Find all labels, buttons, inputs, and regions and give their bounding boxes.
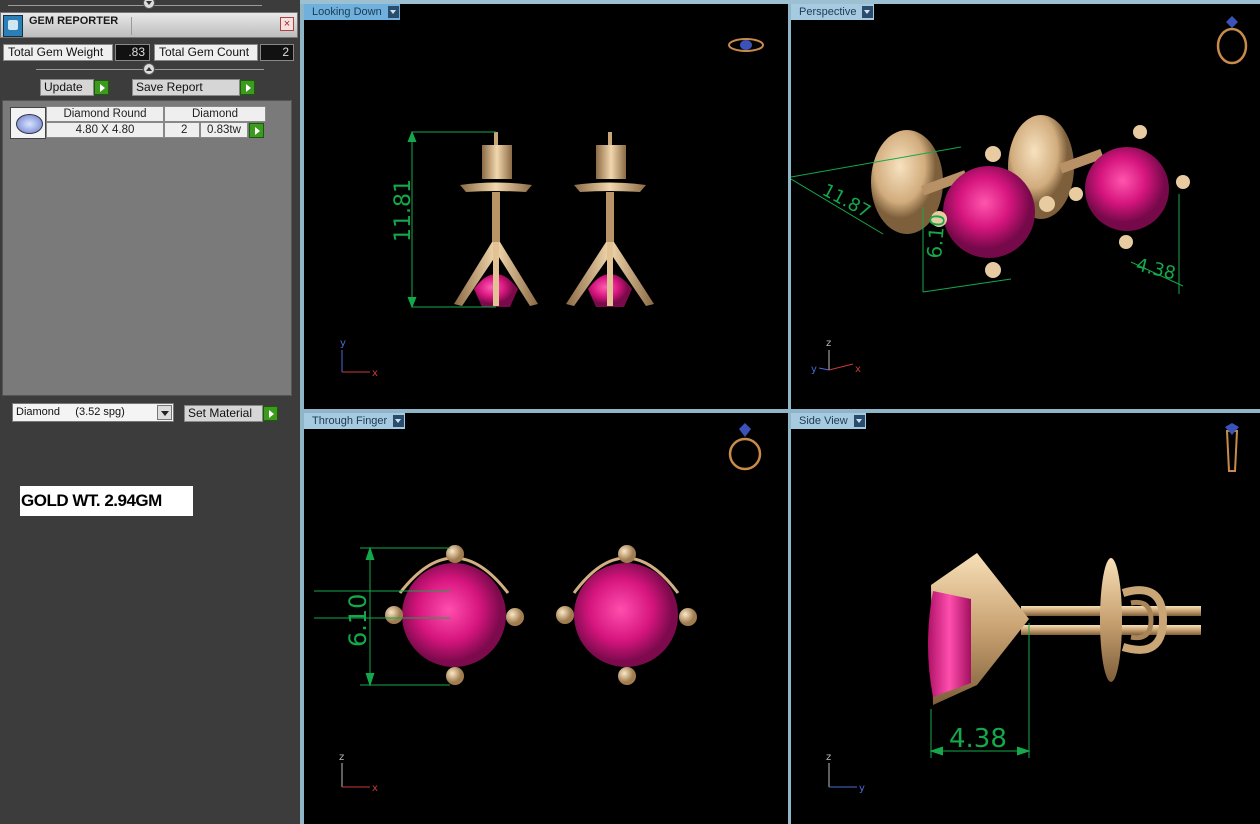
collapse-handle[interactable] bbox=[143, 0, 155, 9]
dimension-depth-label: 4.38 bbox=[949, 724, 1007, 754]
viewport-side-view[interactable]: 4.38 z y Side View bbox=[791, 413, 1260, 824]
diamond-round-thumbnail-icon bbox=[10, 107, 46, 139]
material-selected-value: Diamond (3.52 spg) bbox=[16, 406, 125, 418]
close-button[interactable]: × bbox=[280, 17, 294, 31]
gold-weight-note: GOLD WT. 2.94GM bbox=[20, 486, 193, 516]
panel-title: GEM REPORTER bbox=[29, 15, 119, 27]
dimension-c-label: 4.38 bbox=[1134, 254, 1178, 284]
chevron-down-icon[interactable] bbox=[862, 6, 874, 18]
viewport-label-looking-down[interactable]: Looking Down bbox=[304, 4, 400, 20]
earring-front-right bbox=[566, 132, 654, 307]
viewport-label-side-view[interactable]: Side View bbox=[791, 413, 866, 429]
viewport-area: 11.81 y x Looking Down 11.87 6.10 4.38 z… bbox=[300, 0, 1260, 824]
earring-through-left bbox=[385, 545, 524, 685]
gem-shape: Diamond Round bbox=[46, 106, 164, 122]
chevron-down-icon[interactable] bbox=[393, 415, 405, 427]
save-report-go-icon[interactable] bbox=[240, 80, 255, 95]
gem-reporter-app: GEM REPORTER × Total Gem Weight .83 Tota… bbox=[0, 0, 1260, 824]
total-gem-weight-value: .83 bbox=[115, 44, 150, 61]
splitter-handle[interactable] bbox=[143, 63, 155, 75]
chevron-down-icon[interactable] bbox=[387, 6, 399, 18]
dimension-height-label: 11.81 bbox=[391, 179, 416, 242]
svg-text:x: x bbox=[372, 368, 378, 379]
material-select[interactable]: Diamond (3.52 spg) bbox=[12, 403, 174, 422]
chevron-down-icon[interactable] bbox=[853, 415, 865, 427]
ring-front-icon bbox=[728, 423, 762, 471]
dimension-diameter-label: 6.10 bbox=[344, 594, 372, 647]
update-go-icon[interactable] bbox=[94, 80, 109, 95]
title-divider bbox=[131, 17, 277, 35]
gem-weight: 0.83tw bbox=[200, 122, 248, 138]
dimension-b-label: 6.10 bbox=[922, 213, 950, 259]
svg-text:x: x bbox=[372, 783, 378, 794]
viewport-perspective[interactable]: 11.87 6.10 4.38 z x y Perspective bbox=[791, 4, 1260, 409]
svg-text:z: z bbox=[826, 338, 831, 349]
total-gem-count-label: Total Gem Count bbox=[154, 44, 258, 61]
viewport-looking-down[interactable]: 11.81 y x Looking Down bbox=[304, 4, 788, 409]
gem-material: Diamond bbox=[164, 106, 266, 122]
axis-gizmo: z x bbox=[339, 752, 378, 794]
gem-size: 4.80 X 4.80 bbox=[46, 122, 164, 138]
splitter-line bbox=[8, 5, 262, 6]
set-material-button[interactable]: Set Material bbox=[184, 405, 263, 422]
total-gem-weight-label: Total Gem Weight bbox=[3, 44, 113, 61]
ring-side-icon bbox=[1225, 423, 1239, 472]
gem-list[interactable]: Diamond Round Diamond 4.80 X 4.80 2 0.83… bbox=[2, 100, 292, 396]
looking-down-render: 11.81 y x bbox=[340, 38, 764, 379]
set-material-go-icon[interactable] bbox=[263, 406, 278, 421]
side-view-render: 4.38 z y bbox=[826, 423, 1239, 794]
svg-text:y: y bbox=[811, 364, 817, 375]
earring-front-left bbox=[454, 132, 538, 307]
total-gem-count-value: 2 bbox=[260, 44, 294, 61]
axis-gizmo: z y bbox=[826, 752, 865, 794]
svg-text:z: z bbox=[339, 752, 344, 763]
ring-perspective-icon bbox=[1216, 16, 1248, 65]
gem-row-go-icon[interactable] bbox=[249, 123, 264, 138]
update-button[interactable]: Update bbox=[40, 79, 94, 96]
ring-top-icon bbox=[728, 38, 764, 52]
earring-side bbox=[928, 553, 1201, 705]
earring-perspective-back bbox=[1008, 115, 1190, 249]
gem-count: 2 bbox=[164, 122, 200, 138]
axis-gizmo: z x y bbox=[811, 338, 861, 375]
gem-reporter-icon bbox=[3, 15, 23, 37]
viewport-through-finger[interactable]: 6.10 z x Through Finger bbox=[304, 413, 788, 824]
viewport-label-through-finger[interactable]: Through Finger bbox=[304, 413, 406, 429]
svg-text:z: z bbox=[826, 752, 831, 763]
svg-text:x: x bbox=[855, 364, 861, 375]
gem-reporter-panel: GEM REPORTER × Total Gem Weight .83 Tota… bbox=[0, 0, 300, 824]
axis-gizmo: y x bbox=[340, 338, 378, 379]
through-finger-render: 6.10 z x bbox=[314, 423, 762, 794]
viewport-label-perspective[interactable]: Perspective bbox=[791, 4, 875, 20]
dimension-a-label: 11.87 bbox=[819, 180, 874, 223]
svg-text:y: y bbox=[340, 338, 346, 349]
perspective-render: 11.87 6.10 4.38 z x y bbox=[791, 16, 1248, 375]
save-report-button[interactable]: Save Report bbox=[132, 79, 240, 96]
chevron-down-icon[interactable] bbox=[157, 405, 172, 420]
earring-through-right bbox=[556, 545, 697, 685]
svg-text:y: y bbox=[859, 783, 865, 794]
panel-title-bar[interactable]: GEM REPORTER × bbox=[0, 12, 298, 38]
